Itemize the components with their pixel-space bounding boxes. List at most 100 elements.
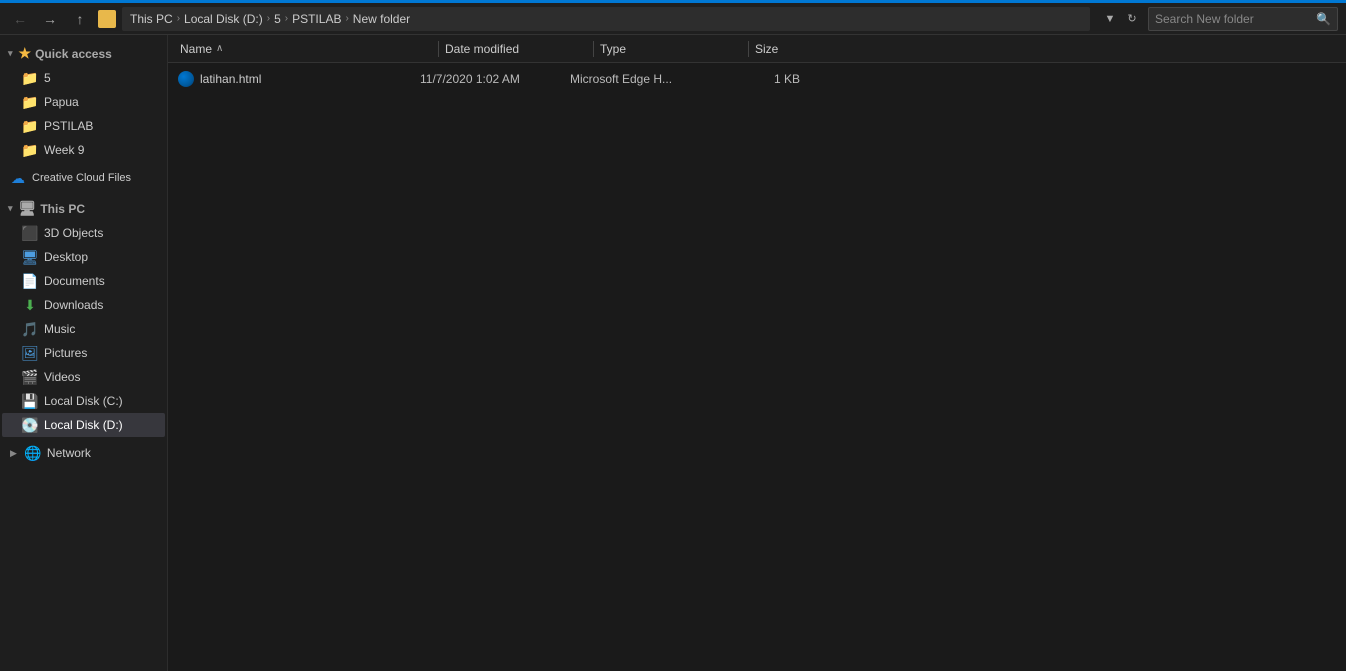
breadcrumb-sep-3: › [285, 13, 288, 24]
file-icon-edge [176, 69, 196, 89]
sidebar-item-label-papua: Papua [44, 95, 79, 109]
table-row[interactable]: latihan.html 11/7/2020 1:02 AM Microsoft… [168, 65, 1346, 93]
folder-icon-papua: 📁 [22, 94, 38, 110]
pics-icon: 🖼 [22, 345, 38, 361]
col-header-date[interactable]: Date modified [441, 35, 591, 62]
col-header-name[interactable]: Name ∧ [176, 35, 436, 62]
loading-bar-fill [0, 0, 1346, 3]
breadcrumb-sep-1: › [177, 13, 180, 24]
file-date: 11/7/2020 1:02 AM [420, 72, 520, 86]
folder-icon-week9: 📁 [22, 142, 38, 158]
pc-icon: 🖥 [19, 200, 37, 217]
sidebar-item-label-cloud: Creative Cloud Files [32, 172, 131, 184]
breadcrumb-new-folder[interactable]: New folder [353, 12, 410, 26]
sidebar-item-local-disk-c[interactable]: 💾 Local Disk (C:) [2, 389, 165, 413]
col-sort-arrow: ∧ [216, 43, 223, 54]
sidebar-item-label-documents: Documents [44, 274, 105, 288]
col-header-type[interactable]: Type [596, 35, 746, 62]
search-box[interactable]: 🔍 [1148, 7, 1338, 31]
col-divider-2 [593, 41, 594, 57]
sidebar-this-pc-header[interactable]: ▾ 🖥 This PC [0, 194, 167, 221]
column-headers: Name ∧ Date modified Type Size [168, 35, 1346, 63]
sidebar-item-3d-objects[interactable]: ⬛ 3D Objects [2, 221, 165, 245]
sidebar-item-pictures[interactable]: 🖼 Pictures [2, 341, 165, 365]
breadcrumb-sep-2: › [267, 13, 270, 24]
content-area: Name ∧ Date modified Type Size [168, 35, 1346, 671]
sidebar-item-5[interactable]: 📁 5 [2, 66, 165, 90]
search-input[interactable] [1155, 12, 1312, 26]
this-pc-label: This PC [40, 202, 85, 216]
network-icon: 🌐 [25, 445, 41, 461]
sidebar-item-label-videos: Videos [44, 370, 80, 384]
breadcrumb-actions: ▼ ↻ [1100, 9, 1142, 29]
sidebar-item-label-network: Network [47, 446, 91, 460]
col-type-label: Type [600, 42, 626, 56]
col-date-label: Date modified [445, 42, 519, 56]
file-name-cell: latihan.html [176, 69, 420, 89]
sidebar-item-label-drive-c: Local Disk (C:) [44, 394, 123, 408]
sidebar-quick-access-header[interactable]: ▾ ★ Quick access [0, 39, 167, 66]
quick-access-label: Quick access [35, 47, 112, 61]
drive-d-icon: 💽 [22, 417, 38, 433]
refresh-button[interactable]: ↻ [1122, 9, 1142, 29]
sidebar-item-pstilab[interactable]: 📁 PSTILAB [2, 114, 165, 138]
edge-icon [178, 71, 194, 87]
breadcrumb-local-disk-d[interactable]: Local Disk (D:) [184, 12, 263, 26]
sidebar-item-documents[interactable]: 📄 Documents [2, 269, 165, 293]
file-name: latihan.html [200, 72, 261, 86]
breadcrumb-pstilab[interactable]: PSTILAB [292, 12, 341, 26]
drive-c-icon: 💾 [22, 393, 38, 409]
sidebar-item-label-desktop: Desktop [44, 250, 88, 264]
sidebar-item-label-pictures: Pictures [44, 346, 87, 360]
sidebar-item-label-week9: Week 9 [44, 143, 84, 157]
music-icon: 🎵 [22, 321, 38, 337]
breadcrumb-sep-4: › [345, 13, 348, 24]
main-layout: ▾ ★ Quick access 📁 5 📁 Papua 📁 PSTILAB 📁… [0, 35, 1346, 671]
sidebar-item-downloads[interactable]: ⬇ Downloads [2, 293, 165, 317]
sidebar-item-network[interactable]: ▶ 🌐 Network [2, 441, 165, 465]
file-date-cell: 11/7/2020 1:02 AM [420, 72, 570, 86]
sidebar-item-papua[interactable]: 📁 Papua [2, 90, 165, 114]
col-divider-3 [748, 41, 749, 57]
quick-access-star-icon: ★ [19, 45, 32, 62]
sidebar-item-music[interactable]: 🎵 Music [2, 317, 165, 341]
col-name-label: Name [180, 42, 212, 56]
breadcrumb-5[interactable]: 5 [274, 12, 281, 26]
3d-icon: ⬛ [22, 225, 38, 241]
sidebar-item-desktop[interactable]: 🖥 Desktop [2, 245, 165, 269]
col-divider-1 [438, 41, 439, 57]
up-button[interactable]: ↑ [68, 7, 92, 31]
folder-icon [98, 10, 116, 28]
sidebar-item-label-3d: 3D Objects [44, 226, 103, 240]
folder-icon-5: 📁 [22, 70, 38, 86]
network-arrow: ▶ [10, 448, 17, 459]
sidebar-item-label-downloads: Downloads [44, 298, 103, 312]
sidebar-item-cloud[interactable]: ☁ Creative Cloud Files [2, 166, 165, 190]
forward-button[interactable]: → [38, 7, 62, 31]
col-header-size[interactable]: Size [751, 35, 831, 62]
sidebar-item-videos[interactable]: 🎬 Videos [2, 365, 165, 389]
file-list: latihan.html 11/7/2020 1:02 AM Microsoft… [168, 63, 1346, 671]
sidebar-item-label-drive-d: Local Disk (D:) [44, 418, 123, 432]
this-pc-arrow: ▾ [8, 203, 13, 214]
sidebar-item-week9[interactable]: 📁 Week 9 [2, 138, 165, 162]
sidebar-item-local-disk-d[interactable]: 💽 Local Disk (D:) [2, 413, 165, 437]
loading-bar [0, 0, 1346, 3]
cloud-icon: ☁ [10, 170, 26, 186]
breadcrumb-this-pc[interactable]: This PC [130, 12, 173, 26]
downloads-icon: ⬇ [22, 297, 38, 313]
breadcrumb-bar: This PC › Local Disk (D:) › 5 › PSTILAB … [122, 7, 1090, 31]
file-type: Microsoft Edge H... [570, 72, 672, 86]
file-size-cell: 1 KB [720, 72, 800, 86]
breadcrumb-dropdown-button[interactable]: ▼ [1100, 9, 1120, 29]
search-icon: 🔍 [1316, 12, 1331, 26]
docs-icon: 📄 [22, 273, 38, 289]
title-bar: ← → ↑ This PC › Local Disk (D:) › 5 › PS… [0, 3, 1346, 35]
back-button[interactable]: ← [8, 7, 32, 31]
file-type-cell: Microsoft Edge H... [570, 72, 720, 86]
folder-icon-pstilab: 📁 [22, 118, 38, 134]
sidebar-item-label-pstilab: PSTILAB [44, 119, 93, 133]
videos-icon: 🎬 [22, 369, 38, 385]
sidebar-item-label-5: 5 [44, 71, 51, 85]
desktop-icon: 🖥 [22, 249, 38, 265]
